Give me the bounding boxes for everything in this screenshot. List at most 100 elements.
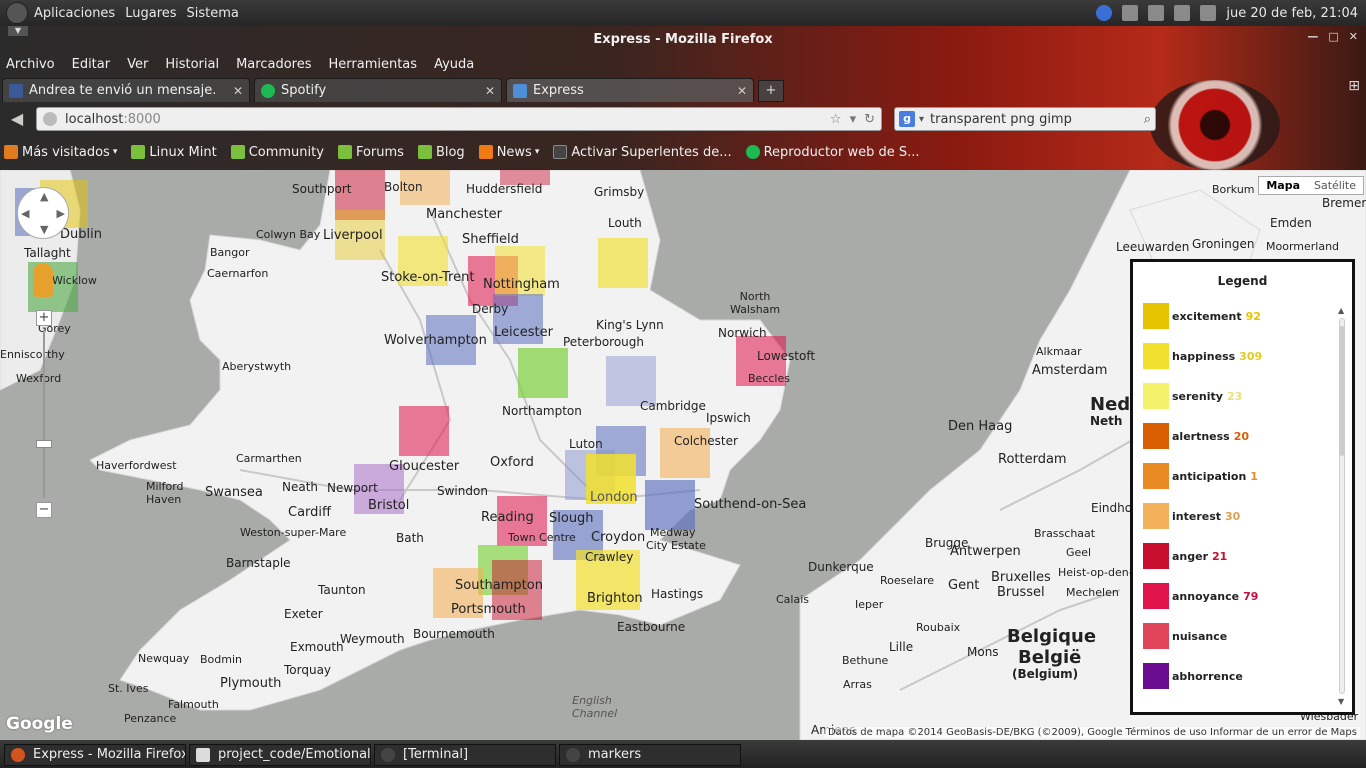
facebook-icon [9,83,23,98]
window-titlebar[interactable]: ▼ Express - Mozilla Firefox — □ ✕ [0,26,1366,52]
bookmark-superlentes[interactable]: Activar Superlentes de... [553,144,732,160]
back-button[interactable]: ◀ [6,108,28,130]
map-label: King's Lynn [596,318,664,332]
minimize-icon[interactable]: — [1307,30,1318,43]
pan-up-icon[interactable]: ▲ [40,190,48,203]
close-tab-icon[interactable]: ✕ [233,84,243,98]
tab-label: Express [533,83,584,98]
map-label: Bangor [210,246,250,259]
bookmark-blog[interactable]: Blog [417,145,465,160]
map-label: Southampton [455,578,543,593]
bookmark-forums[interactable]: Forums [337,145,404,160]
zoom-slider-track[interactable] [36,330,52,498]
map-label: Weston-super-Mare [240,526,347,539]
taskbar-item-folder[interactable]: project_code/Emotional... [189,743,371,766]
menu-archivo[interactable]: Archivo [6,57,55,72]
bookmark-label: Activar Superlentes de... [571,144,732,160]
clock[interactable]: jue 20 de feb, 21:04 [1226,6,1358,21]
street-view-pegman-icon[interactable] [33,263,53,297]
tab-spotify[interactable]: Spotify ✕ [254,78,502,102]
bookmark-news[interactable]: News ▾ [478,145,539,160]
site-identity-icon[interactable] [43,112,57,126]
mint-menu-icon[interactable] [6,2,28,24]
bookmark-community[interactable]: Community [230,145,324,160]
menu-aplicaciones[interactable]: Aplicaciones [34,6,115,21]
menu-sistema[interactable]: Sistema [187,6,239,21]
taskbar-item-firefox[interactable]: Express - Mozilla Firefox [4,743,186,766]
legend-item: excitement 92 [1143,303,1261,329]
new-tab-button[interactable]: + [758,80,784,102]
map-label: Luton [569,437,603,451]
scroll-up-icon[interactable]: ▲ [1338,306,1344,315]
taskbar-item-terminal[interactable]: [Terminal] [374,743,556,766]
pan-right-icon[interactable]: ▶ [57,207,65,220]
bookmark-mas-visitados[interactable]: Más visitados ▾ [4,145,117,160]
bookmark-linux-mint[interactable]: Linux Mint [131,144,217,160]
map-label: Bruxelles [991,570,1051,585]
reload-icon[interactable]: ↻ [864,112,875,127]
emotion-marker[interactable] [645,480,695,530]
history-dropdown-icon[interactable]: ▾ [850,112,857,127]
map-label: Alkmaar [1036,345,1082,358]
map-label: België [1018,647,1082,668]
map-label: Gent [948,578,980,593]
close-window-icon[interactable]: ✕ [1349,30,1358,43]
map-canvas[interactable]: Southport Bolton Huddersfield Grimsby Ma… [0,170,1366,740]
legend-item-name: nuisance [1172,629,1228,643]
map-label: Lille [889,640,914,654]
taskbar-item-markers[interactable]: markers [559,743,741,766]
map-label: Liverpool [323,228,383,243]
map-label: English Channel [572,694,618,720]
map-label: Swansea [205,485,263,500]
tab-groups-icon[interactable]: ⊞ [1348,78,1360,94]
menu-ver[interactable]: Ver [127,57,148,72]
map-label: Nottingham [483,277,560,292]
map-label: Brasschaat [1034,527,1096,540]
menu-lugares[interactable]: Lugares [125,6,176,21]
search-icon[interactable]: ⌕ [1144,112,1151,127]
menu-editar[interactable]: Editar [72,57,111,72]
legend-scroll-thumb[interactable] [1339,326,1345,456]
menu-marcadores[interactable]: Marcadores [236,57,311,72]
pan-down-icon[interactable]: ▼ [40,223,48,236]
legend-swatch [1143,463,1169,489]
google-search-engine-icon[interactable]: g [899,111,915,127]
pan-left-icon[interactable]: ◀ [21,207,29,220]
menu-herramientas[interactable]: Herramientas [329,57,418,72]
engine-dropdown-icon[interactable]: ▾ [919,114,924,125]
window-menu-arrow-icon[interactable]: ▼ [8,26,28,36]
zoom-in-button[interactable]: + [36,310,52,326]
tab-label: Spotify [281,83,327,98]
tab-label: Andrea te envió un mensaje. [29,83,217,98]
map-label: London [590,490,638,505]
pan-control[interactable]: ▲ ▼ ◀ ▶ [17,187,69,239]
menu-ayuda[interactable]: Ayuda [434,57,474,72]
network-icon[interactable] [1122,5,1139,21]
close-tab-icon[interactable]: ✕ [737,84,747,98]
tab-facebook[interactable]: Andrea te envió un mensaje. ✕ [2,78,250,102]
zoom-slider-thumb[interactable] [36,440,52,448]
scroll-down-icon[interactable]: ▼ [1338,697,1344,706]
tab-express[interactable]: Express ✕ [506,78,754,102]
maximize-icon[interactable]: □ [1328,30,1338,43]
signal-icon[interactable] [1174,5,1191,21]
url-bar[interactable]: localhost:8000 ☆ ▾ ↻ [36,107,882,131]
close-tab-icon[interactable]: ✕ [485,84,495,98]
map-label: Enniscorthy [0,348,65,361]
folder-icon [196,747,210,762]
volume-icon[interactable] [1148,5,1165,21]
emotion-marker[interactable] [518,348,568,398]
emotion-marker[interactable] [399,406,449,456]
map-type-satellite-button[interactable]: Satélite [1307,177,1363,194]
bookmark-spotify-player[interactable]: Reproductor web de S... [745,145,920,160]
battery-icon[interactable] [1200,5,1217,21]
update-info-icon[interactable] [1096,5,1113,21]
bookmark-label: Linux Mint [149,144,217,160]
zoom-out-button[interactable]: − [36,502,52,518]
legend-scrollbar[interactable]: ▲ ▼ [1336,306,1346,706]
bookmark-star-icon[interactable]: ☆ [830,112,842,127]
menu-historial[interactable]: Historial [165,57,219,72]
map-type-map-button[interactable]: Mapa [1259,177,1307,194]
search-bar[interactable]: g ▾ transparent png gimp ⌕ [894,107,1156,131]
emotion-marker[interactable] [598,238,648,288]
